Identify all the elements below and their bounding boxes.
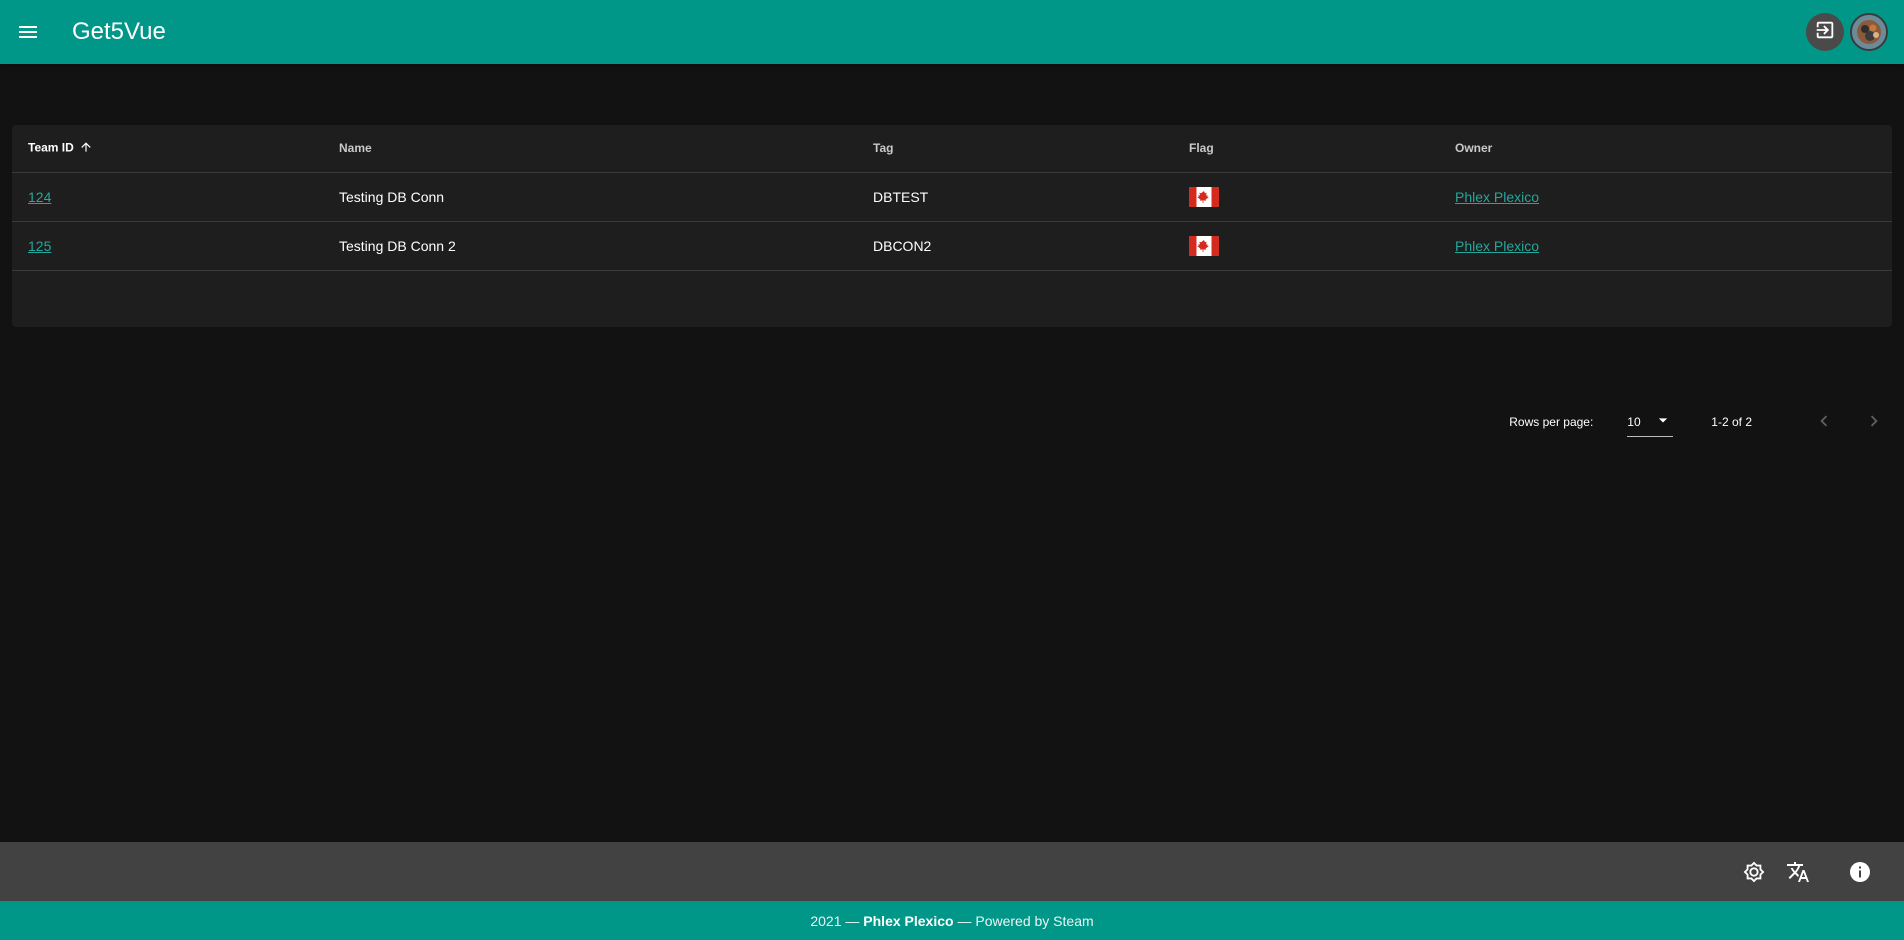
column-header-name[interactable]: Name (339, 125, 873, 173)
pagination-range: 1-2 of 2 (1711, 415, 1752, 429)
rows-per-page-value: 10 (1627, 414, 1641, 429)
chevron-down-icon (1653, 410, 1673, 433)
column-header-team-id[interactable]: Team ID (12, 125, 339, 173)
column-header-tag[interactable]: Tag (873, 125, 1189, 173)
footer-powered-by: — Powered by Steam (953, 912, 1094, 929)
theme-icon[interactable] (1740, 858, 1768, 886)
team-tag: DBTEST (873, 172, 1189, 222)
table-pagination: Rows per page: 10 1-2 of 2 (12, 393, 1892, 451)
team-name: Testing DB Conn (339, 172, 873, 222)
app-bar: Get5Vue (0, 0, 1904, 64)
logout-button[interactable] (1806, 13, 1844, 51)
canada-flag-icon (1189, 235, 1219, 256)
team-name: Testing DB Conn 2 (339, 221, 873, 271)
chevron-right-icon (1863, 410, 1885, 435)
table-row: 125 Testing DB Conn 2 DBCON2 Phlex Plexi… (12, 221, 1892, 271)
footer-year: 2021 (810, 912, 842, 929)
logout-icon (1814, 19, 1836, 46)
table-row: 124 Testing DB Conn DBTEST Phlex Plexico (12, 172, 1892, 222)
arrow-up-icon (79, 140, 93, 157)
column-label: Team ID (28, 140, 74, 155)
team-id-link[interactable]: 125 (28, 238, 51, 254)
next-page-button[interactable] (1856, 404, 1892, 440)
menu-icon[interactable] (4, 8, 52, 56)
bottom-toolbar (0, 842, 1904, 901)
teams-table: Team ID Name Tag Flag Owner 124 Testing … (12, 125, 1892, 271)
previous-page-button[interactable] (1806, 404, 1842, 440)
avatar[interactable] (1850, 13, 1888, 51)
rows-per-page-label: Rows per page: (1509, 415, 1594, 429)
translate-icon[interactable] (1784, 858, 1812, 886)
owner-link[interactable]: Phlex Plexico (1455, 238, 1539, 254)
rows-per-page-select[interactable]: 10 (1627, 408, 1674, 437)
info-icon[interactable] (1846, 858, 1874, 886)
column-header-owner[interactable]: Owner (1455, 125, 1892, 173)
page-footer: 2021 — Phlex Plexico — Powered by Steam (0, 901, 1904, 940)
app-title[interactable]: Get5Vue (72, 18, 166, 46)
chevron-left-icon (1813, 410, 1835, 435)
team-id-link[interactable]: 124 (28, 189, 51, 205)
footer-author: Phlex Plexico (863, 912, 954, 929)
teams-table-card: Team ID Name Tag Flag Owner 124 Testing … (12, 125, 1892, 437)
canada-flag-icon (1189, 186, 1219, 207)
footer-separator: — (841, 912, 864, 929)
table-header-row: Team ID Name Tag Flag Owner (12, 125, 1892, 173)
owner-link[interactable]: Phlex Plexico (1455, 189, 1539, 205)
column-header-flag[interactable]: Flag (1189, 125, 1455, 173)
team-tag: DBCON2 (873, 221, 1189, 271)
